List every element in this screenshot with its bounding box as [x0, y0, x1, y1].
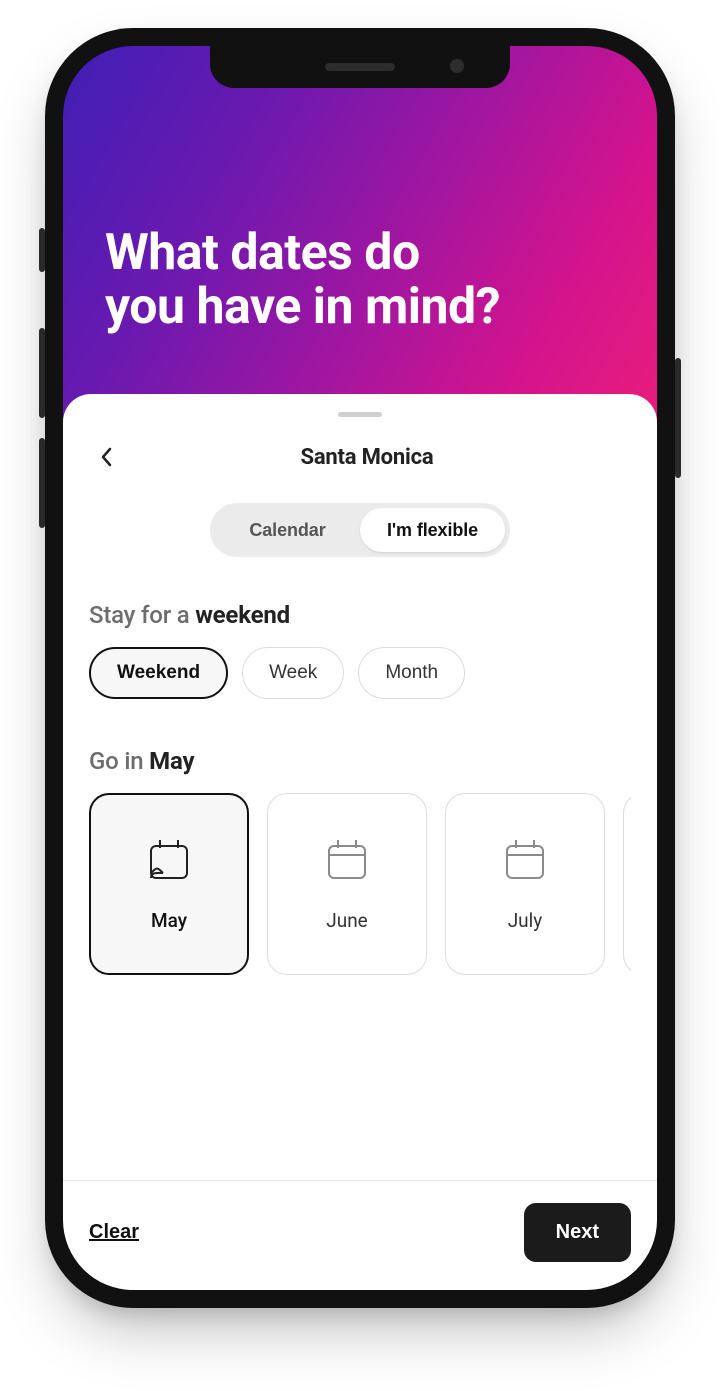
- calendar-icon: [324, 837, 370, 883]
- calendar-icon: [502, 837, 548, 883]
- month-label: June: [326, 909, 368, 932]
- stay-duration-prefix: Stay for a: [89, 601, 195, 629]
- month-card-july[interactable]: July: [445, 793, 605, 975]
- next-button[interactable]: Next: [524, 1203, 631, 1262]
- month-label: July: [508, 909, 543, 932]
- phone-speaker: [325, 63, 395, 71]
- chip-month[interactable]: Month: [358, 647, 465, 699]
- date-mode-toggle: Calendar I'm flexible: [210, 503, 510, 557]
- sheet-footer: Clear Next: [63, 1180, 657, 1290]
- month-card-may[interactable]: May: [89, 793, 249, 975]
- page-title-line1: What dates do: [105, 224, 420, 282]
- duration-chips: Weekend Week Month: [89, 647, 631, 699]
- chip-week[interactable]: Week: [242, 647, 344, 699]
- hero-gradient: What dates do you have in mind?: [63, 46, 657, 446]
- calendar-icon: [146, 837, 192, 883]
- month-card-next[interactable]: [623, 793, 631, 975]
- tab-calendar[interactable]: Calendar: [215, 508, 360, 552]
- sheet-body: Stay for a weekend Weekend Week Month Go…: [63, 601, 657, 1180]
- phone-button-power: [675, 358, 681, 478]
- month-picker[interactable]: May June: [89, 793, 631, 975]
- stay-duration-label: Stay for a weekend: [89, 601, 631, 629]
- month-label: May: [151, 909, 187, 932]
- page-title-line2: you have in mind?: [105, 278, 500, 336]
- phone-camera: [450, 59, 464, 73]
- phone-button-volume-up: [39, 328, 45, 418]
- page-title: What dates do you have in mind?: [105, 226, 615, 334]
- bottom-sheet: Santa Monica Calendar I'm flexible Stay …: [63, 394, 657, 1290]
- go-month-prefix: Go in: [89, 747, 149, 775]
- sheet-grabber[interactable]: [338, 412, 382, 417]
- tab-flexible[interactable]: I'm flexible: [360, 508, 505, 552]
- chip-weekend[interactable]: Weekend: [89, 647, 228, 699]
- phone-screen: What dates do you have in mind? Santa Mo…: [63, 46, 657, 1290]
- go-month-value: May: [149, 747, 194, 775]
- sheet-header: Santa Monica: [63, 435, 657, 503]
- location-title: Santa Monica: [103, 445, 631, 470]
- clear-button[interactable]: Clear: [89, 1219, 139, 1246]
- phone-button-silence: [39, 228, 45, 272]
- phone-button-volume-down: [39, 438, 45, 528]
- go-month-label: Go in May: [89, 747, 631, 775]
- phone-frame: What dates do you have in mind? Santa Mo…: [45, 28, 675, 1308]
- stay-duration-value: weekend: [195, 601, 290, 629]
- month-card-june[interactable]: June: [267, 793, 427, 975]
- phone-notch: [210, 46, 510, 88]
